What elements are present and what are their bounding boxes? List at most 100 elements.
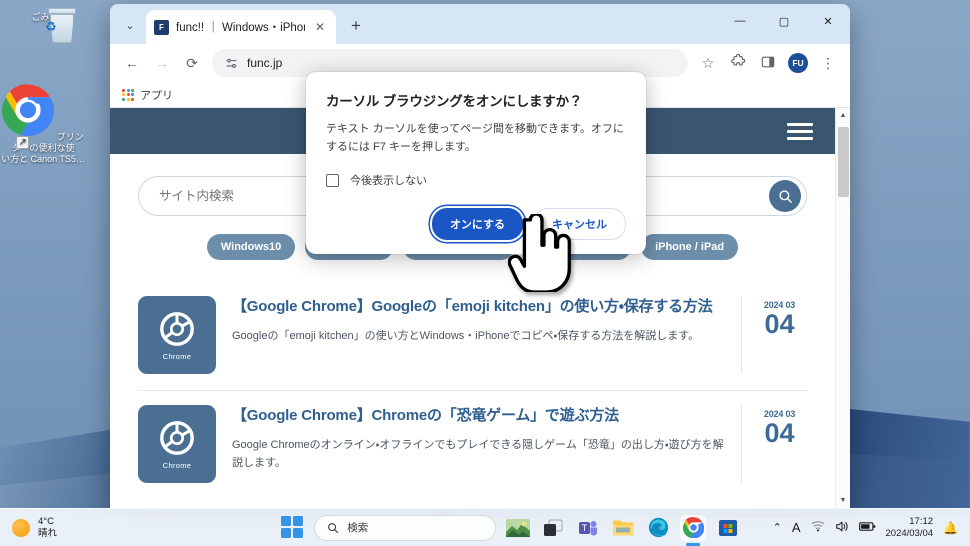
taskbar-center: 検索 T: [250, 514, 773, 546]
scrollbar-thumb[interactable]: [838, 127, 849, 197]
dialog-title: カーソル ブラウジングをオンにしますか？: [326, 94, 583, 109]
file-explorer-button[interactable]: [610, 515, 636, 541]
avatar: FU: [788, 53, 808, 73]
dialog-body-text: テキスト カーソルを使ってページ間を移動できます。オフにするには F7 キーを押…: [326, 123, 624, 154]
wifi-icon[interactable]: [811, 520, 825, 535]
widgets-button[interactable]: [505, 515, 531, 541]
dialog-checkbox-row[interactable]: 今後表示しない: [326, 172, 626, 188]
star-icon: ☆: [701, 54, 715, 71]
turn-on-button[interactable]: オンにする: [431, 208, 523, 241]
start-button[interactable]: [281, 515, 305, 540]
page-scrollbar[interactable]: ▲ ▼: [835, 108, 850, 508]
hamburger-menu-icon[interactable]: [787, 119, 813, 144]
article-date-day: 04: [764, 418, 795, 448]
window-controls: ― ▢ ✕: [718, 4, 850, 38]
profile-button[interactable]: FU: [784, 49, 812, 77]
browser-menu-button[interactable]: ⋮: [814, 49, 842, 77]
article-list-item[interactable]: Chrome 【Google Chrome】Googleの「emoji kitc…: [138, 282, 807, 390]
edge-icon: [648, 517, 668, 538]
url-text: func.jp: [247, 56, 283, 70]
chevron-down-icon: ⌄: [125, 19, 135, 32]
article-date-day: 04: [764, 309, 795, 339]
article-list: Chrome 【Google Chrome】Googleの「emoji kitc…: [138, 282, 807, 499]
minimize-button[interactable]: ―: [718, 4, 762, 38]
maximize-button[interactable]: ▢: [762, 4, 806, 38]
desktop-icon-recycle-bin[interactable]: ♻ ごみ箱: [2, 8, 88, 43]
site-settings-icon[interactable]: [224, 56, 239, 71]
notification-bell-icon[interactable]: 🔔: [943, 521, 958, 535]
folder-icon: [613, 520, 634, 535]
teams-icon: T: [579, 520, 598, 535]
close-window-button[interactable]: ✕: [806, 4, 850, 38]
article-date: 2024 03 04: [741, 296, 807, 374]
sun-icon: [12, 518, 30, 537]
tray-chevron-icon[interactable]: ⌃: [773, 521, 782, 534]
desktop-icon-chrome-shortcut[interactable]: ↗ プリンターの便利な使 い方と Canon TS5…: [0, 84, 86, 165]
svg-text:T: T: [582, 523, 588, 533]
reload-button[interactable]: ⟳: [178, 49, 206, 77]
maximize-icon: ▢: [778, 15, 790, 28]
side-panel-button[interactable]: [754, 49, 782, 77]
battery-icon[interactable]: [858, 521, 876, 535]
microsoft-store-button[interactable]: [715, 515, 741, 541]
cursor-browsing-dialog: カーソル ブラウジングをオンにしますか？ テキスト カーソルを使ってページ間を移…: [306, 72, 646, 255]
article-date: 2024 03 04: [741, 405, 807, 483]
widgets-icon: [506, 518, 531, 537]
bookmark-button[interactable]: ☆: [694, 49, 722, 77]
cancel-button[interactable]: キャンセル: [533, 208, 626, 241]
reload-icon: ⟳: [186, 54, 198, 71]
taskbar-weather-widget[interactable]: 4°C 晴れ: [0, 516, 250, 540]
search-submit-button[interactable]: [769, 180, 801, 212]
taskbar-clock[interactable]: 17:12 2024/03/04: [886, 516, 934, 540]
checkbox[interactable]: [326, 173, 339, 187]
taskbar: 4°C 晴れ 検索 T ⌃ A 17:12 2024/03/04 🔔: [0, 508, 970, 546]
browser-tab[interactable]: F func!! ｜ Windows・iPhoneの使い ✕: [146, 10, 336, 44]
article-thumbnail-label: Chrome: [162, 460, 192, 470]
chrome-icon: [160, 420, 194, 455]
article-thumbnail-label: Chrome: [162, 351, 192, 361]
chrome-browser-window: ⌄ F func!! ｜ Windows・iPhoneの使い ✕ + ― ▢ ✕…: [110, 4, 850, 508]
article-list-item[interactable]: Chrome 【Google Chrome】Chromeの「恐竜ゲーム」で遊ぶ方…: [138, 390, 807, 499]
checkbox-label: 今後表示しない: [350, 175, 427, 188]
article-body: 【Google Chrome】Googleの「emoji kitchen」の使い…: [232, 296, 725, 345]
article-body: 【Google Chrome】Chromeの「恐竜ゲーム」で遊ぶ方法 Googl…: [232, 405, 725, 472]
store-icon: [719, 519, 738, 536]
category-pill-iphone-ipad[interactable]: iPhone / iPad: [641, 234, 739, 260]
tab-search-button[interactable]: ⌄: [116, 11, 144, 39]
tab-strip: ⌄ F func!! ｜ Windows・iPhoneの使い ✕ + ― ▢ ✕: [110, 4, 850, 44]
weather-temperature: 4°C: [38, 515, 54, 527]
scroll-down-icon[interactable]: ▼: [836, 493, 851, 508]
article-thumbnail: Chrome: [138, 296, 216, 374]
system-tray: ⌃ A 17:12 2024/03/04 🔔: [773, 516, 970, 540]
edge-button[interactable]: [645, 515, 671, 541]
forward-button[interactable]: →: [148, 49, 176, 77]
category-pill-windows10[interactable]: Windows10: [206, 234, 296, 260]
article-title[interactable]: 【Google Chrome】Googleの「emoji kitchen」の使い…: [232, 296, 725, 319]
search-icon: [328, 522, 339, 533]
bookmark-apps-label[interactable]: アプリ: [140, 87, 173, 103]
clock-date: 2024/03/04: [885, 527, 934, 539]
arrow-right-icon: →: [155, 55, 169, 71]
chrome-icon: [682, 517, 704, 538]
arrow-left-icon: ←: [125, 55, 139, 71]
chrome-button[interactable]: [680, 514, 707, 546]
clock-time: 17:12: [909, 515, 934, 527]
weather-condition: 晴れ: [38, 527, 58, 539]
teams-button[interactable]: T: [575, 515, 601, 541]
speaker-icon[interactable]: [835, 520, 849, 536]
extensions-button[interactable]: [724, 49, 752, 77]
article-title[interactable]: 【Google Chrome】Chromeの「恐竜ゲーム」で遊ぶ方法: [232, 405, 725, 428]
tab-favicon: F: [154, 19, 169, 35]
article-thumbnail: Chrome: [138, 405, 216, 483]
scrollbar-track[interactable]: [836, 123, 850, 493]
new-tab-button[interactable]: +: [342, 12, 370, 40]
close-icon[interactable]: ✕: [312, 19, 328, 35]
scroll-up-icon[interactable]: ▲: [836, 108, 851, 123]
puzzle-icon: [730, 53, 746, 72]
search-icon: [778, 189, 792, 203]
article-description: Google Chromeのオンライン・オフラインでもプレイできる隠しゲーム「恐…: [232, 438, 724, 469]
taskbar-search-box[interactable]: 検索: [314, 514, 497, 541]
back-button[interactable]: ←: [118, 49, 146, 77]
ime-indicator[interactable]: A: [792, 520, 801, 535]
task-view-button[interactable]: [540, 515, 566, 541]
